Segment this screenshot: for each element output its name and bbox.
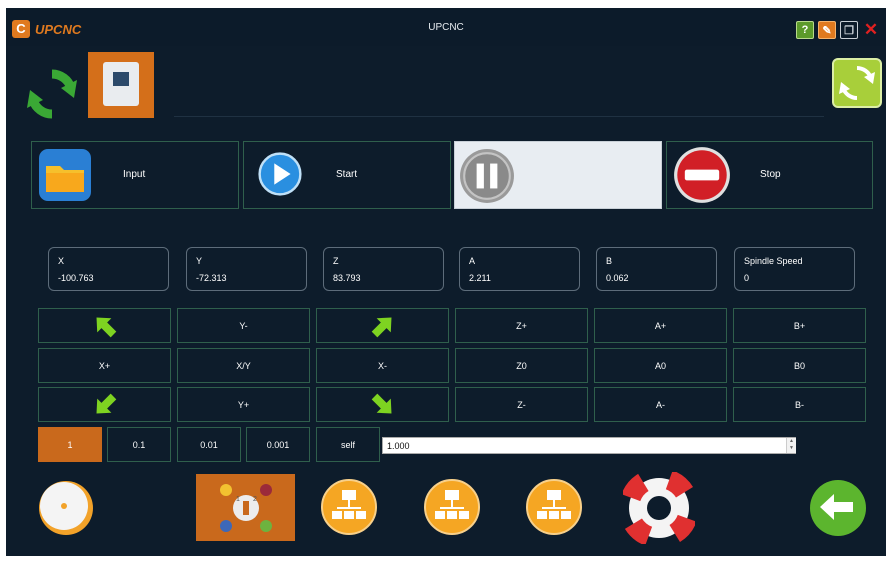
readout-x: X -100.763 (48, 247, 169, 291)
readout-a: A 2.211 (459, 247, 580, 291)
readout-label: B (606, 256, 613, 266)
jog-x-minus-button[interactable]: X- (316, 348, 449, 383)
network-icon[interactable] (320, 478, 378, 536)
divider (174, 116, 824, 117)
stop-label: Stop (760, 169, 781, 180)
step-0.1-button[interactable]: 0.1 (107, 427, 171, 462)
window-title: UPCNC (428, 22, 464, 33)
jog-y-minus-button[interactable]: Y- (177, 308, 310, 343)
readout-z: Z 83.793 (323, 247, 444, 291)
arrow-up-right-icon (371, 317, 391, 337)
network-icon[interactable] (423, 478, 481, 536)
jog-x-plus-button[interactable]: X+ (38, 348, 171, 383)
svg-text:1: 1 (236, 496, 240, 503)
readout-y: Y -72.313 (186, 247, 307, 291)
jog-x-plus-y-minus-button[interactable] (38, 308, 171, 343)
sync-icon[interactable] (832, 58, 882, 108)
arrow-down-right-icon (371, 393, 391, 413)
readout-label: Spindle Speed (744, 256, 803, 266)
svg-text:2: 2 (253, 496, 257, 503)
pause-button[interactable] (454, 141, 662, 209)
jog-a-plus-button[interactable]: A+ (594, 308, 727, 343)
arrow-up-left-icon (96, 317, 116, 337)
step-0.001-button[interactable]: 0.001 (246, 427, 310, 462)
jog-a-zero-button[interactable]: A0 (594, 348, 727, 383)
readout-label: A (469, 256, 476, 266)
input-button[interactable]: Input (31, 141, 239, 209)
stop-icon (674, 147, 730, 203)
readout-value: -72.313 (196, 273, 227, 283)
step-self-button[interactable]: self (316, 427, 380, 462)
stop-button[interactable]: Stop (666, 141, 873, 209)
title-bar: C UPCNC UPCNC ? ✎ ❐ ✕ (6, 8, 886, 46)
step-value-input[interactable] (382, 437, 796, 454)
maximize-icon[interactable]: ❐ (840, 21, 858, 39)
readout-value: -100.763 (58, 273, 94, 283)
refresh-icon[interactable] (24, 66, 80, 122)
start-button[interactable]: Start (243, 141, 451, 209)
back-icon[interactable] (809, 479, 867, 537)
close-icon[interactable]: ✕ (862, 20, 880, 39)
play-icon (258, 152, 302, 196)
network-icon[interactable] (525, 478, 583, 536)
readout-b: B 0.062 (596, 247, 717, 291)
jog-z-plus-button[interactable]: Z+ (455, 308, 588, 343)
readout-label: Y (196, 256, 203, 266)
input-label: Input (123, 169, 146, 180)
pause-icon (460, 149, 514, 203)
readout-label: X (58, 256, 65, 266)
start-label: Start (336, 169, 358, 180)
readout-value: 2.211 (469, 273, 491, 283)
step-spinner[interactable]: ▲ ▼ (786, 438, 796, 453)
step-1-button[interactable]: 1 (38, 427, 102, 462)
jog-a-minus-button[interactable]: A- (594, 387, 727, 422)
folder-icon (39, 149, 91, 201)
jog-z-zero-button[interactable]: Z0 (455, 348, 588, 383)
app-window: C UPCNC UPCNC ? ✎ ❐ ✕ Input Start Stop X… (6, 8, 886, 556)
jog-y-plus-button[interactable]: Y+ (177, 387, 310, 422)
machine-icon[interactable] (88, 52, 154, 118)
jog-b-plus-button[interactable]: B+ (733, 308, 866, 343)
arrow-down-left-icon (96, 393, 116, 413)
jog-x-minus-y-minus-button[interactable] (316, 308, 449, 343)
jog-b-zero-button[interactable]: B0 (733, 348, 866, 383)
jog-z-minus-button[interactable]: Z- (455, 387, 588, 422)
readout-value: 0 (744, 273, 750, 283)
readout-spindle-speed: Spindle Speed 0 (734, 247, 855, 291)
readout-value: 0.062 (606, 273, 629, 283)
jog-x-plus-y-plus-button[interactable] (38, 387, 171, 422)
jog-b-minus-button[interactable]: B- (733, 387, 866, 422)
process-icon: 1 2 (220, 484, 272, 532)
readout-label: Z (333, 256, 339, 266)
window-controls: ? ✎ ❐ ✕ (792, 20, 880, 39)
help-icon[interactable]: ? (796, 21, 814, 39)
settings-icon[interactable]: ✎ (818, 21, 836, 39)
step-0.01-button[interactable]: 0.01 (177, 427, 241, 462)
readout-value: 83.793 (333, 273, 361, 283)
jog-xy-zero-button[interactable]: X/Y (177, 348, 310, 383)
jog-x-minus-y-plus-button[interactable] (316, 387, 449, 422)
spindle-dial-icon[interactable] (36, 478, 96, 538)
lifebuoy-icon[interactable] (623, 472, 695, 544)
process-button[interactable]: 1 2 (196, 474, 295, 541)
